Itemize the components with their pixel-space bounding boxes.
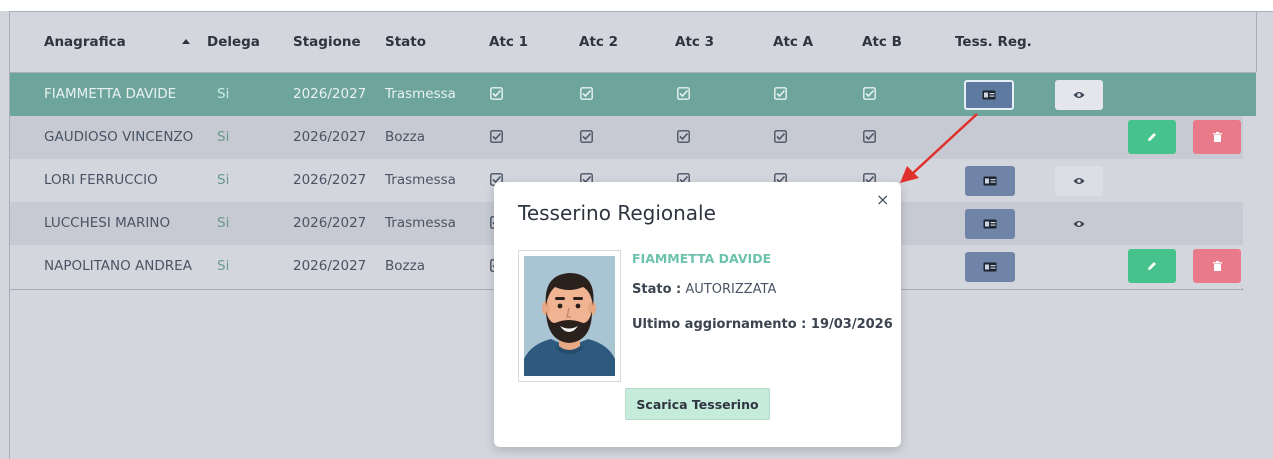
cell-delega: Si — [217, 86, 230, 102]
table-row[interactable]: GAUDIOSO VINCENZO Si 2026/2027 Bozza — [10, 116, 1243, 159]
tesserino-button[interactable] — [965, 166, 1015, 196]
view-button[interactable] — [1055, 80, 1103, 110]
checkbox-checked-icon — [863, 87, 876, 100]
cell-stato: Bozza — [385, 129, 425, 145]
pencil-icon — [1148, 262, 1156, 270]
cell-stagione: 2026/2027 — [293, 129, 367, 145]
cell-stagione: 2026/2027 — [293, 86, 367, 102]
col-tess-reg[interactable]: Tess. Reg. — [955, 12, 1032, 72]
cell-anagrafica: FIAMMETTA DAVIDE — [44, 86, 177, 102]
status-line: Stato : AUTORIZZATA — [632, 282, 776, 297]
cell-anagrafica: NAPOLITANO ANDREA — [44, 258, 192, 274]
id-card-icon — [983, 262, 997, 272]
download-tesserino-button[interactable]: Scarica Tesserino — [625, 388, 770, 420]
cell-stato: Trasmessa — [385, 172, 456, 188]
cell-stato: Trasmessa — [385, 215, 456, 231]
checkbox-checked-icon — [490, 130, 503, 143]
trash-icon — [1212, 132, 1222, 142]
id-card-icon — [982, 90, 996, 100]
checkbox-checked-icon — [863, 130, 876, 143]
eye-icon — [1073, 221, 1085, 227]
cell-anagrafica: LUCCHESI MARINO — [44, 215, 171, 231]
last-update: Ultimo aggiornamento : 19/03/2026 — [632, 317, 893, 332]
cell-stagione: 2026/2027 — [293, 258, 367, 274]
checkbox-checked-icon — [774, 130, 787, 143]
delete-button[interactable] — [1193, 249, 1241, 283]
checkbox-checked-icon — [677, 87, 690, 100]
col-atc1[interactable]: Atc 1 — [489, 12, 528, 72]
checkbox-checked-icon — [774, 87, 787, 100]
id-card-icon — [983, 176, 997, 186]
cell-stagione: 2026/2027 — [293, 172, 367, 188]
delete-button[interactable] — [1193, 120, 1241, 154]
cell-stato: Trasmessa — [385, 86, 456, 102]
eye-icon — [1073, 92, 1085, 98]
view-button[interactable] — [1055, 166, 1103, 196]
cell-anagrafica: LORI FERRUCCIO — [44, 172, 158, 188]
cell-delega: Si — [217, 258, 230, 274]
tesserino-dialog: Tesserino Regionale × FIAMMETTA DAVIDE S… — [494, 182, 901, 447]
top-bar — [0, 0, 1273, 11]
dialog-title: Tesserino Regionale — [518, 201, 716, 225]
checkbox-checked-icon — [490, 87, 503, 100]
cell-delega: Si — [217, 215, 230, 231]
checkbox-checked-icon — [580, 130, 593, 143]
close-icon[interactable]: × — [876, 190, 889, 209]
tesserino-button[interactable] — [965, 209, 1015, 239]
eye-icon — [1073, 178, 1085, 184]
table-row[interactable]: FIAMMETTA DAVIDE Si 2026/2027 Trasmessa — [10, 73, 1256, 116]
checkbox-checked-icon — [677, 130, 690, 143]
col-stagione[interactable]: Stagione — [293, 12, 361, 72]
checkbox-checked-icon — [580, 87, 593, 100]
holder-name: FIAMMETTA DAVIDE — [632, 251, 772, 266]
col-delega[interactable]: Delega — [207, 12, 260, 72]
header-right-border — [1256, 11, 1257, 72]
table-header: Anagrafica Delega Stagione Stato Atc 1 A… — [10, 12, 1256, 73]
sort-ascending-icon[interactable] — [182, 39, 190, 44]
edit-button[interactable] — [1128, 120, 1176, 154]
status-label: Stato : — [632, 282, 682, 297]
col-atca[interactable]: Atc A — [773, 12, 813, 72]
avatar-photo — [518, 250, 621, 382]
view-button[interactable] — [1055, 209, 1103, 239]
cell-stagione: 2026/2027 — [293, 215, 367, 231]
pencil-icon — [1148, 133, 1156, 141]
status-value: AUTORIZZATA — [685, 282, 777, 297]
col-atcb[interactable]: Atc B — [862, 12, 902, 72]
tesserino-button[interactable] — [964, 80, 1014, 110]
col-stato[interactable]: Stato — [385, 12, 426, 72]
cell-delega: Si — [217, 172, 230, 188]
col-atc2[interactable]: Atc 2 — [579, 12, 618, 72]
avatar-illustration — [524, 256, 615, 376]
col-anagrafica[interactable]: Anagrafica — [44, 12, 126, 72]
trash-icon — [1212, 261, 1222, 271]
cell-delega: Si — [217, 129, 230, 145]
edit-button[interactable] — [1128, 249, 1176, 283]
id-card-icon — [983, 219, 997, 229]
tesserino-button[interactable] — [965, 252, 1015, 282]
cell-stato: Bozza — [385, 258, 425, 274]
col-atc3[interactable]: Atc 3 — [675, 12, 714, 72]
cell-anagrafica: GAUDIOSO VINCENZO — [44, 129, 194, 145]
